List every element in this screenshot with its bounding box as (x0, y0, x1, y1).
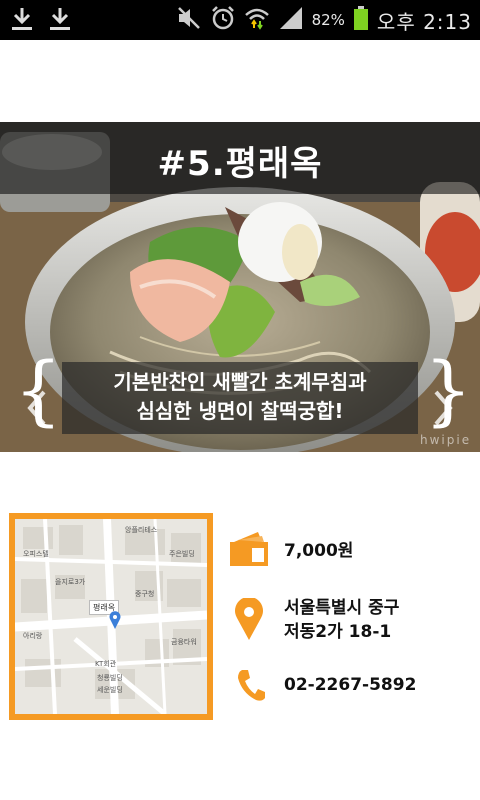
battery-icon (353, 5, 369, 35)
wifi-icon (244, 5, 270, 35)
map-label: 청룡빌딩 (97, 674, 123, 682)
caption-line-1: 기본반찬인 새빨간 초계무침과 (113, 370, 367, 394)
caption: 기본반찬인 새빨간 초계무침과 심심한 냉면이 찰떡궁합! (62, 368, 418, 426)
map-label: 앙플리테스 (125, 526, 158, 534)
map-label: 세운빌딩 (97, 686, 123, 694)
download-icon (10, 6, 34, 32)
address-line-2: 저동2가 18-1 (284, 622, 392, 642)
address-text: 서울특별시 중구 저동2가 18-1 (284, 596, 399, 644)
restaurant-photo: #5.평래옥 기본반찬인 새빨간 초계무침과 심심한 냉면이 찰떡궁합! { }… (0, 122, 480, 452)
map-label: 주은빌딩 (169, 550, 195, 558)
restaurant-title: #5.평래옥 (157, 144, 323, 184)
price-text: 7,000원 (284, 541, 354, 561)
location-map[interactable]: 앙플리테스 오피스텔 을지로3가 주은빌딩 KT회관 청룡빌딩 세운빌딩 중구청… (9, 513, 213, 720)
mute-icon (176, 5, 202, 35)
address-line-1: 서울특별시 중구 (284, 598, 400, 618)
download-icon (48, 6, 72, 32)
status-bar: 82% 오후 2:13 (0, 0, 480, 40)
previous-arrow-icon[interactable] (22, 388, 52, 428)
phone-number[interactable]: 02-2267-5892 (284, 673, 416, 697)
ticket-icon (228, 528, 270, 572)
status-time: 오후 2:13 (376, 9, 472, 34)
map-label: 아리랑 (23, 632, 43, 640)
map-label: 중구청 (135, 590, 155, 598)
map-label: 오피스텔 (23, 550, 49, 558)
battery-percent: 82% (311, 11, 345, 29)
map-label: 을지로3가 (55, 578, 86, 586)
alarm-icon (210, 5, 236, 35)
location-pin-icon (234, 596, 264, 644)
map-label: 금융타워 (171, 638, 197, 646)
photo-watermark: hwipie (420, 433, 472, 447)
caption-line-2: 심심한 냉면이 찰떡궁합! (136, 399, 344, 423)
next-arrow-icon[interactable] (428, 388, 458, 428)
signal-icon (278, 5, 304, 35)
map-label: KT회관 (95, 660, 117, 668)
phone-icon[interactable] (236, 668, 266, 706)
